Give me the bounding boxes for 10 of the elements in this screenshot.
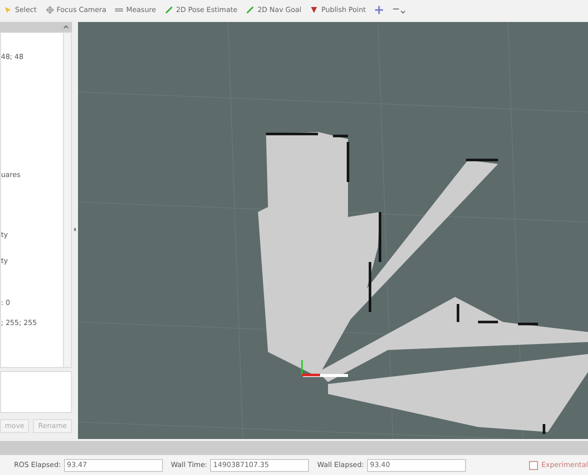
splitter-handle[interactable]: [74, 228, 76, 231]
description-panel: [0, 371, 72, 413]
crosshair-icon: [46, 6, 54, 14]
experimental-checkbox[interactable]: [529, 460, 538, 470]
dropdown-icon[interactable]: [392, 6, 406, 14]
cursor-icon: [4, 6, 12, 14]
pin-icon: [310, 6, 318, 14]
plus-icon[interactable]: [374, 6, 383, 14]
ruler-icon: [115, 6, 124, 14]
scrollbar[interactable]: [63, 33, 71, 367]
